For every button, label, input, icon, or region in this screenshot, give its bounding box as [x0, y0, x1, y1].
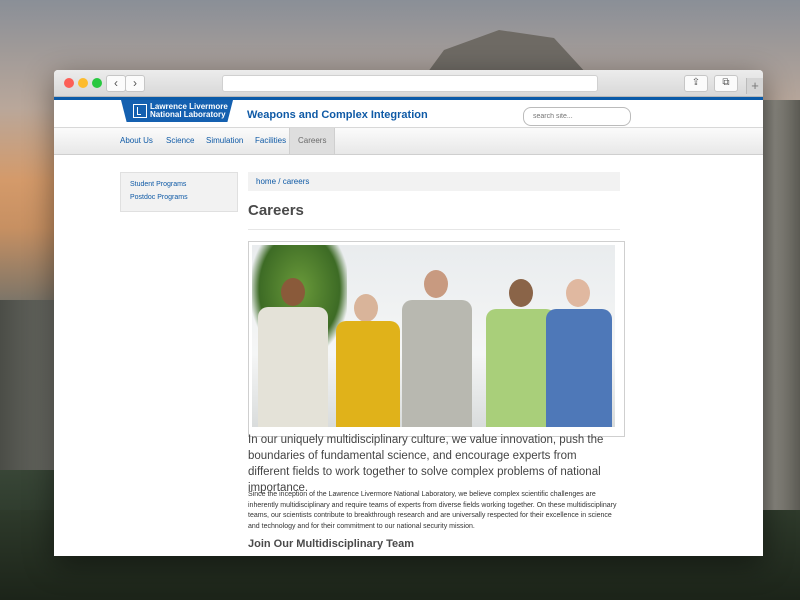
team-photo-scene — [252, 245, 615, 427]
minimize-window-button[interactable] — [78, 78, 88, 88]
sidebar-item-postdoc-programs[interactable]: Postdoc Programs — [130, 194, 188, 201]
nav-item-facilities[interactable]: Facilities — [255, 128, 286, 154]
main-nav: About Us Science Simulation Facilities C… — [54, 127, 763, 155]
person-3 — [398, 252, 476, 427]
tabs-icon: ⧉ — [722, 77, 730, 88]
background-cliff-left — [0, 300, 55, 470]
site-header: Lawrence Livermore National Laboratory W… — [54, 100, 763, 127]
section-heading: Join Our Multidisciplinary Team — [248, 538, 415, 550]
sidebar-item-student-programs[interactable]: Student Programs — [130, 181, 186, 188]
logo-line-2: National Laboratory — [150, 110, 226, 119]
close-window-button[interactable] — [64, 78, 74, 88]
nav-item-careers[interactable]: Careers — [289, 128, 336, 154]
breadcrumb-home[interactable]: home — [256, 177, 276, 186]
plus-icon: + — [751, 78, 759, 93]
logo-text: Lawrence Livermore National Laboratory — [150, 103, 228, 119]
body-text: Since the inception of the Lawrence Live… — [248, 491, 617, 530]
person-1 — [256, 262, 330, 427]
person-5 — [544, 257, 614, 427]
team-photo — [248, 241, 625, 437]
forward-icon: › — [133, 76, 137, 90]
share-icon: ⇪ — [691, 77, 701, 88]
person-2 — [330, 257, 406, 427]
address-bar[interactable] — [222, 75, 598, 92]
breadcrumb: home / careers — [248, 172, 620, 191]
tabs-button[interactable]: ⧉ — [714, 75, 738, 92]
new-tab-button[interactable]: + — [746, 78, 763, 94]
page-title: Careers — [248, 202, 304, 219]
zoom-window-button[interactable] — [92, 78, 102, 88]
nav-item-simulation[interactable]: Simulation — [206, 128, 243, 154]
back-button[interactable]: ‹ — [106, 75, 126, 92]
browser-titlebar: ‹ › ⇪ ⧉ + — [54, 70, 763, 97]
site-title[interactable]: Weapons and Complex Integration — [247, 109, 428, 121]
sidebar: Student Programs Postdoc Programs — [120, 172, 238, 212]
llnl-logo[interactable]: Lawrence Livermore National Laboratory — [121, 100, 233, 122]
browser-window: ‹ › ⇪ ⧉ + Lawrence Livermore National La… — [54, 70, 763, 556]
llnl-logo-icon — [133, 104, 147, 118]
intro-text: In our uniquely multidisciplinary cultur… — [248, 434, 604, 494]
back-icon: ‹ — [114, 76, 118, 90]
breadcrumb-current[interactable]: careers — [283, 177, 310, 186]
nav-item-about-us[interactable]: About Us — [120, 128, 153, 154]
share-button[interactable]: ⇪ — [684, 75, 708, 92]
breadcrumb-separator: / — [276, 177, 283, 186]
title-divider — [248, 229, 620, 230]
search-input[interactable] — [523, 107, 631, 126]
forward-button[interactable]: › — [125, 75, 145, 92]
nav-item-science[interactable]: Science — [166, 128, 194, 154]
